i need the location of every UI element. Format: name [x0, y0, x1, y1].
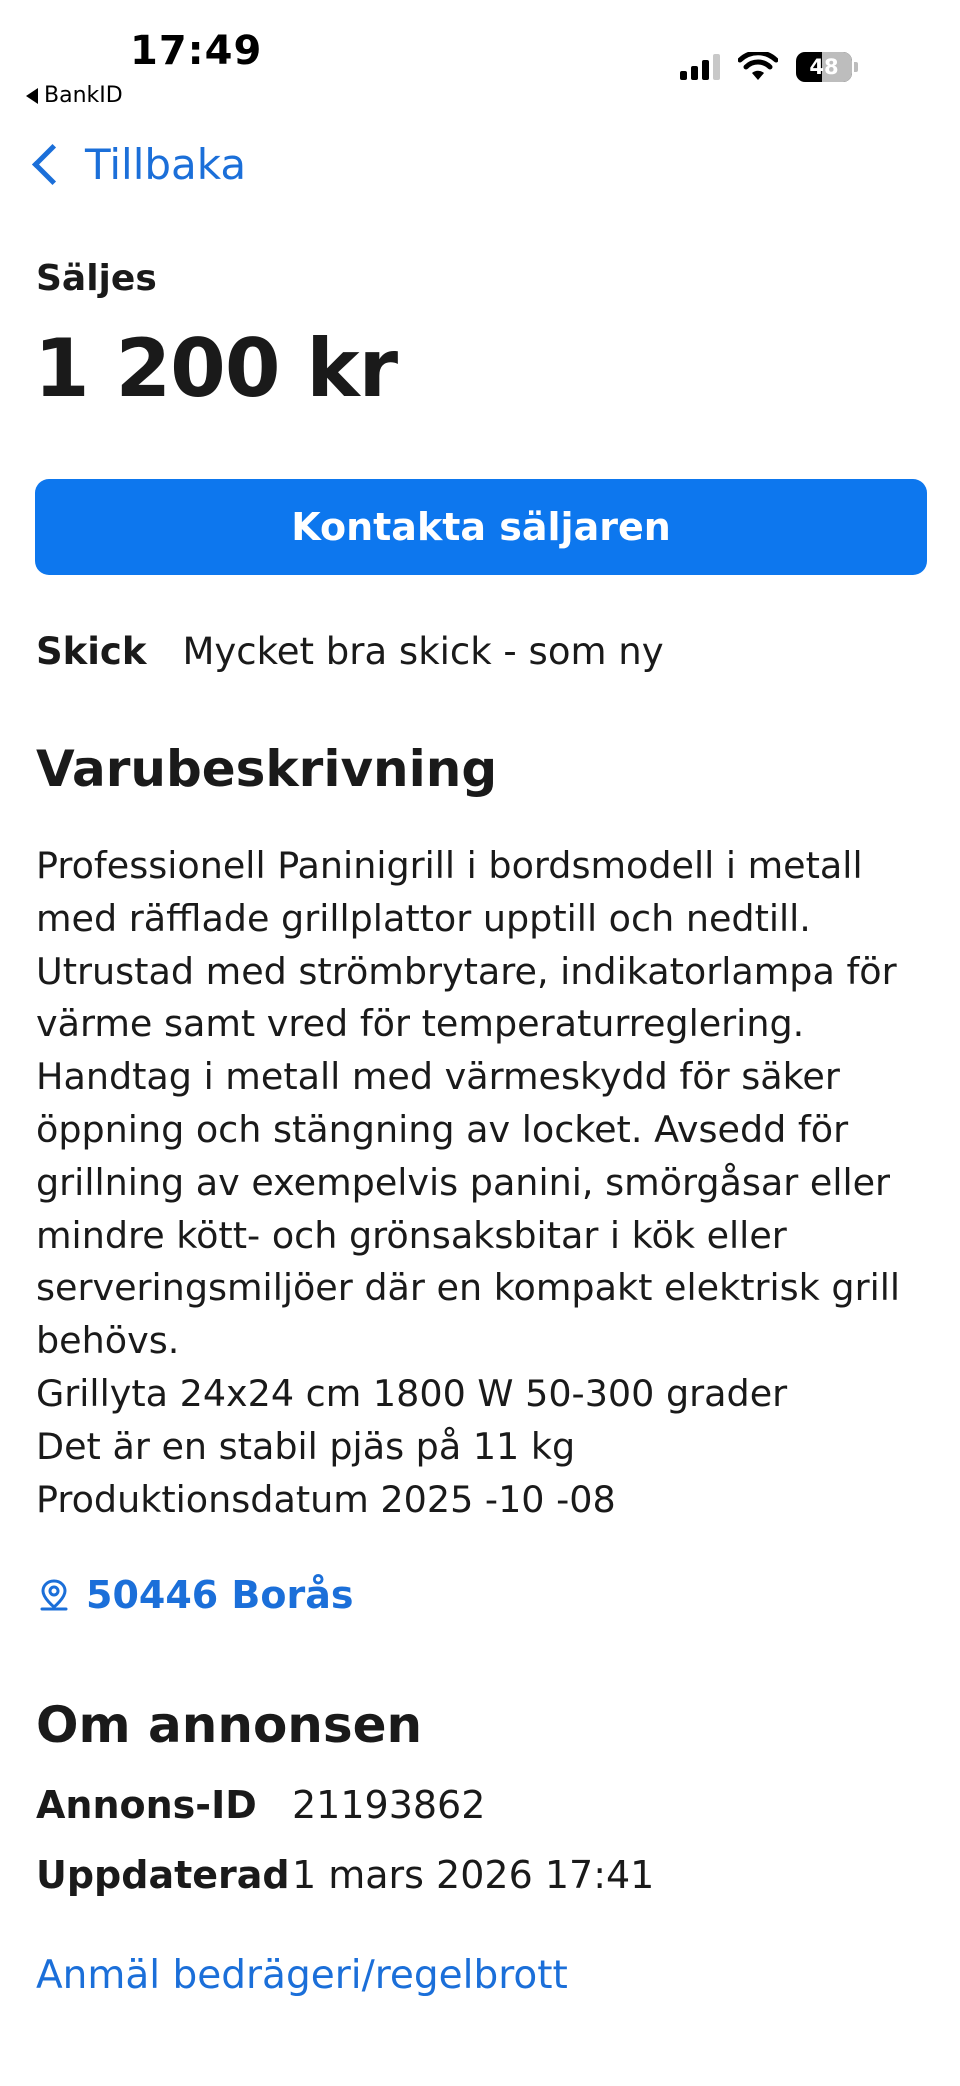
ad-id-key: Annons-ID — [36, 1783, 257, 1827]
description-line: Det är en stabil pjäs på 11 kg — [36, 1424, 576, 1468]
status-time: 17:49 — [130, 28, 263, 74]
description-line: öppning och stängning av locket. Avsedd … — [36, 1107, 849, 1151]
location-label: 50446 Borås — [86, 1573, 354, 1617]
updated-row: Uppdaterad 1 mars 2026 17:41 — [36, 1853, 654, 1897]
listing-page: 17:49 BankID 48 Tillbaka Säljes 1 200 kr… — [0, 0, 960, 2086]
location-pin-icon — [40, 1579, 68, 1611]
status-icons: 48 — [680, 52, 858, 82]
description-line: med räfflade grillplattor upptill och ne… — [36, 896, 811, 940]
location-link[interactable]: 50446 Borås — [36, 1573, 354, 1617]
description-line: behövs. — [36, 1319, 180, 1363]
description-line: Utrustad med strömbrytare, indikatorlamp… — [36, 949, 897, 993]
cellular-signal-icon — [680, 54, 720, 80]
condition-value: Mycket bra skick - som ny — [182, 630, 664, 673]
description-text: Professionell Paninigrill i bordsmodell … — [36, 840, 936, 1526]
description-line: Handtag i metall med värmeskydd för säke… — [36, 1055, 840, 1099]
description-line: Produktionsdatum 2025 -10 -08 — [36, 1477, 616, 1521]
back-triangle-icon — [26, 87, 38, 104]
listing-type-label: Säljes — [36, 258, 157, 299]
condition-row: Skick Mycket bra skick - som ny — [36, 630, 664, 673]
about-title: Om annonsen — [36, 1696, 423, 1754]
description-line: mindre kött- och grönsaksbitar i kök ell… — [36, 1213, 787, 1257]
description-title: Varubeskrivning — [36, 740, 498, 798]
description-line: värme samt vred för temperaturreglering. — [36, 1002, 805, 1046]
chevron-left-icon — [31, 143, 74, 186]
listing-price: 1 200 kr — [34, 322, 398, 415]
updated-value: 1 mars 2026 17:41 — [292, 1853, 655, 1897]
report-fraud-link[interactable]: Anmäl bedrägeri/regelbrott — [36, 1953, 568, 1998]
condition-key: Skick — [36, 630, 147, 673]
back-button[interactable]: Tillbaka — [28, 140, 246, 189]
ad-id-value: 21193862 — [292, 1783, 486, 1827]
description-line: serveringsmiljöer där en kompakt elektri… — [36, 1266, 901, 1310]
ad-id-row: Annons-ID 21193862 — [36, 1783, 485, 1827]
description-line: Grillyta 24x24 cm 1800 W 50-300 grader — [36, 1371, 788, 1415]
battery-level: 48 — [809, 55, 839, 79]
back-button-label: Tillbaka — [85, 140, 247, 189]
back-to-app-link[interactable]: BankID — [26, 83, 123, 108]
description-line: grillning av exempelvis panini, smörgåsa… — [36, 1160, 891, 1204]
wifi-icon — [738, 52, 778, 80]
updated-key: Uppdaterad — [36, 1853, 290, 1897]
contact-seller-button[interactable]: Kontakta säljaren — [35, 479, 927, 575]
back-app-label: BankID — [44, 83, 123, 108]
battery-icon: 48 — [796, 52, 858, 82]
description-line: Professionell Paninigrill i bordsmodell … — [36, 844, 863, 887]
